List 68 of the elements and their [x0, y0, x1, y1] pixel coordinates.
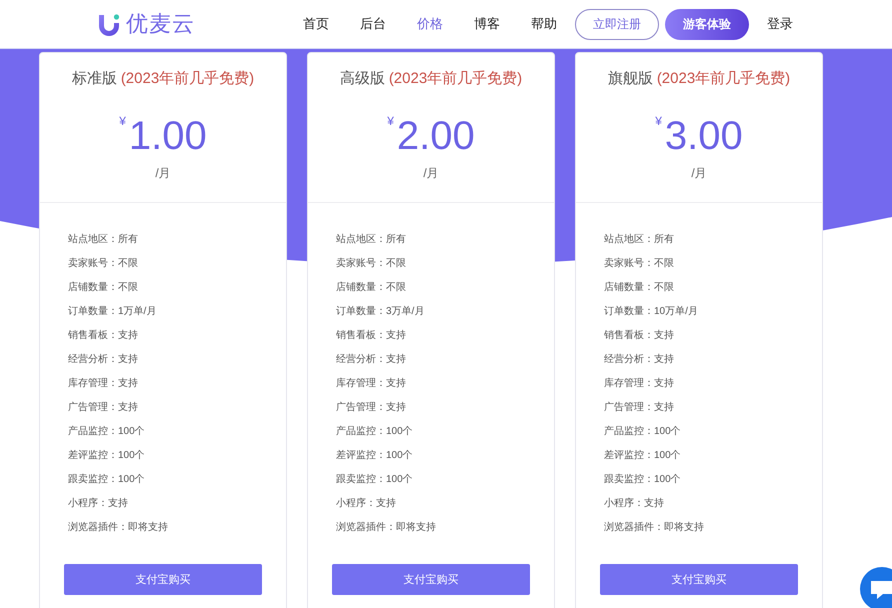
- currency-symbol: ¥: [387, 114, 394, 128]
- feature-item: 差评监控：100个: [336, 449, 413, 463]
- feature-item: 站点地区：所有: [68, 232, 138, 247]
- feature-item: 浏览器插件：即将支持: [604, 520, 704, 535]
- feature-item: 订单数量：1万单/月: [68, 304, 156, 319]
- currency-symbol: ¥: [119, 114, 126, 128]
- feature-item: 产品监控：100个: [68, 424, 145, 439]
- feature-item: 销售看板：支持: [336, 328, 406, 343]
- feature-item: 订单数量：3万单/月: [336, 304, 424, 319]
- alipay-buy-button[interactable]: 支付宝购买: [332, 564, 530, 595]
- feature-item: 库存管理：支持: [68, 376, 138, 391]
- alipay-buy-button[interactable]: 支付宝购买: [64, 564, 262, 595]
- feature-item: 库存管理：支持: [604, 376, 674, 391]
- feature-item: 站点地区：所有: [336, 232, 406, 247]
- feature-item: 卖家账号：不限: [336, 256, 406, 271]
- price-period: /月: [691, 165, 707, 181]
- login-link[interactable]: 登录: [767, 15, 793, 33]
- nav-link[interactable]: 博客: [474, 15, 500, 33]
- feature-item: 销售看板：支持: [604, 328, 674, 343]
- feature-item: 差评监控：100个: [604, 449, 681, 463]
- plan-note: (2023年前几乎免费): [656, 69, 790, 89]
- feature-item: 差评监控：100个: [68, 449, 145, 463]
- register-button[interactable]: 立即注册: [575, 8, 659, 40]
- feature-item: 销售看板：支持: [68, 328, 138, 343]
- plan-price: 2.00: [396, 114, 475, 158]
- feature-item: 产品监控：100个: [336, 424, 413, 439]
- feature-item: 经营分析：支持: [68, 352, 138, 367]
- feature-item: 卖家账号：不限: [604, 256, 674, 271]
- nav-link[interactable]: 价格: [417, 15, 443, 33]
- chat-icon[interactable]: [860, 567, 892, 608]
- plan-price: 1.00: [128, 114, 207, 158]
- feature-item: 浏览器插件：即将支持: [336, 520, 436, 535]
- logo-text[interactable]: 优麦云: [126, 11, 195, 37]
- feature-item: 跟卖监控：100个: [604, 472, 681, 487]
- feature-item: 站点地区：所有: [604, 232, 674, 247]
- price-period: /月: [155, 165, 171, 181]
- feature-item: 小程序：支持: [336, 496, 396, 511]
- feature-item: 广告管理：支持: [68, 400, 138, 415]
- guest-trial-button[interactable]: 游客体验: [665, 8, 749, 40]
- feature-item: 广告管理：支持: [604, 400, 674, 415]
- nav-link[interactable]: 帮助: [531, 15, 557, 33]
- feature-item: 跟卖监控：100个: [336, 472, 413, 487]
- feature-item: 店铺数量：不限: [604, 280, 674, 295]
- feature-item: 经营分析：支持: [336, 352, 406, 367]
- alipay-buy-button[interactable]: 支付宝购买: [600, 564, 798, 595]
- feature-item: 跟卖监控：100个: [68, 472, 145, 487]
- feature-item: 浏览器插件：即将支持: [68, 520, 168, 535]
- nav-link[interactable]: 后台: [360, 15, 386, 33]
- feature-item: 订单数量：10万单/月: [604, 304, 698, 319]
- feature-item: 经营分析：支持: [604, 352, 674, 367]
- logo-icon: [97, 12, 121, 36]
- feature-item: 小程序：支持: [604, 496, 664, 511]
- feature-item: 产品监控：100个: [604, 424, 681, 439]
- feature-item: 库存管理：支持: [336, 376, 406, 391]
- currency-symbol: ¥: [655, 114, 662, 128]
- plan-name: 标准版: [72, 69, 117, 89]
- feature-item: 店铺数量：不限: [68, 280, 138, 295]
- plan-name: 旗舰版: [608, 69, 653, 89]
- feature-item: 广告管理：支持: [336, 400, 406, 415]
- price-period: /月: [423, 165, 439, 181]
- plan-price: 3.00: [664, 114, 743, 158]
- plan-name: 高级版: [340, 69, 385, 89]
- nav-link[interactable]: 首页: [303, 15, 329, 33]
- plan-note: (2023年前几乎免费): [388, 69, 522, 89]
- feature-item: 卖家账号：不限: [68, 256, 138, 271]
- plan-note: (2023年前几乎免费): [120, 69, 254, 89]
- feature-item: 店铺数量：不限: [336, 280, 406, 295]
- feature-item: 小程序：支持: [68, 496, 128, 511]
